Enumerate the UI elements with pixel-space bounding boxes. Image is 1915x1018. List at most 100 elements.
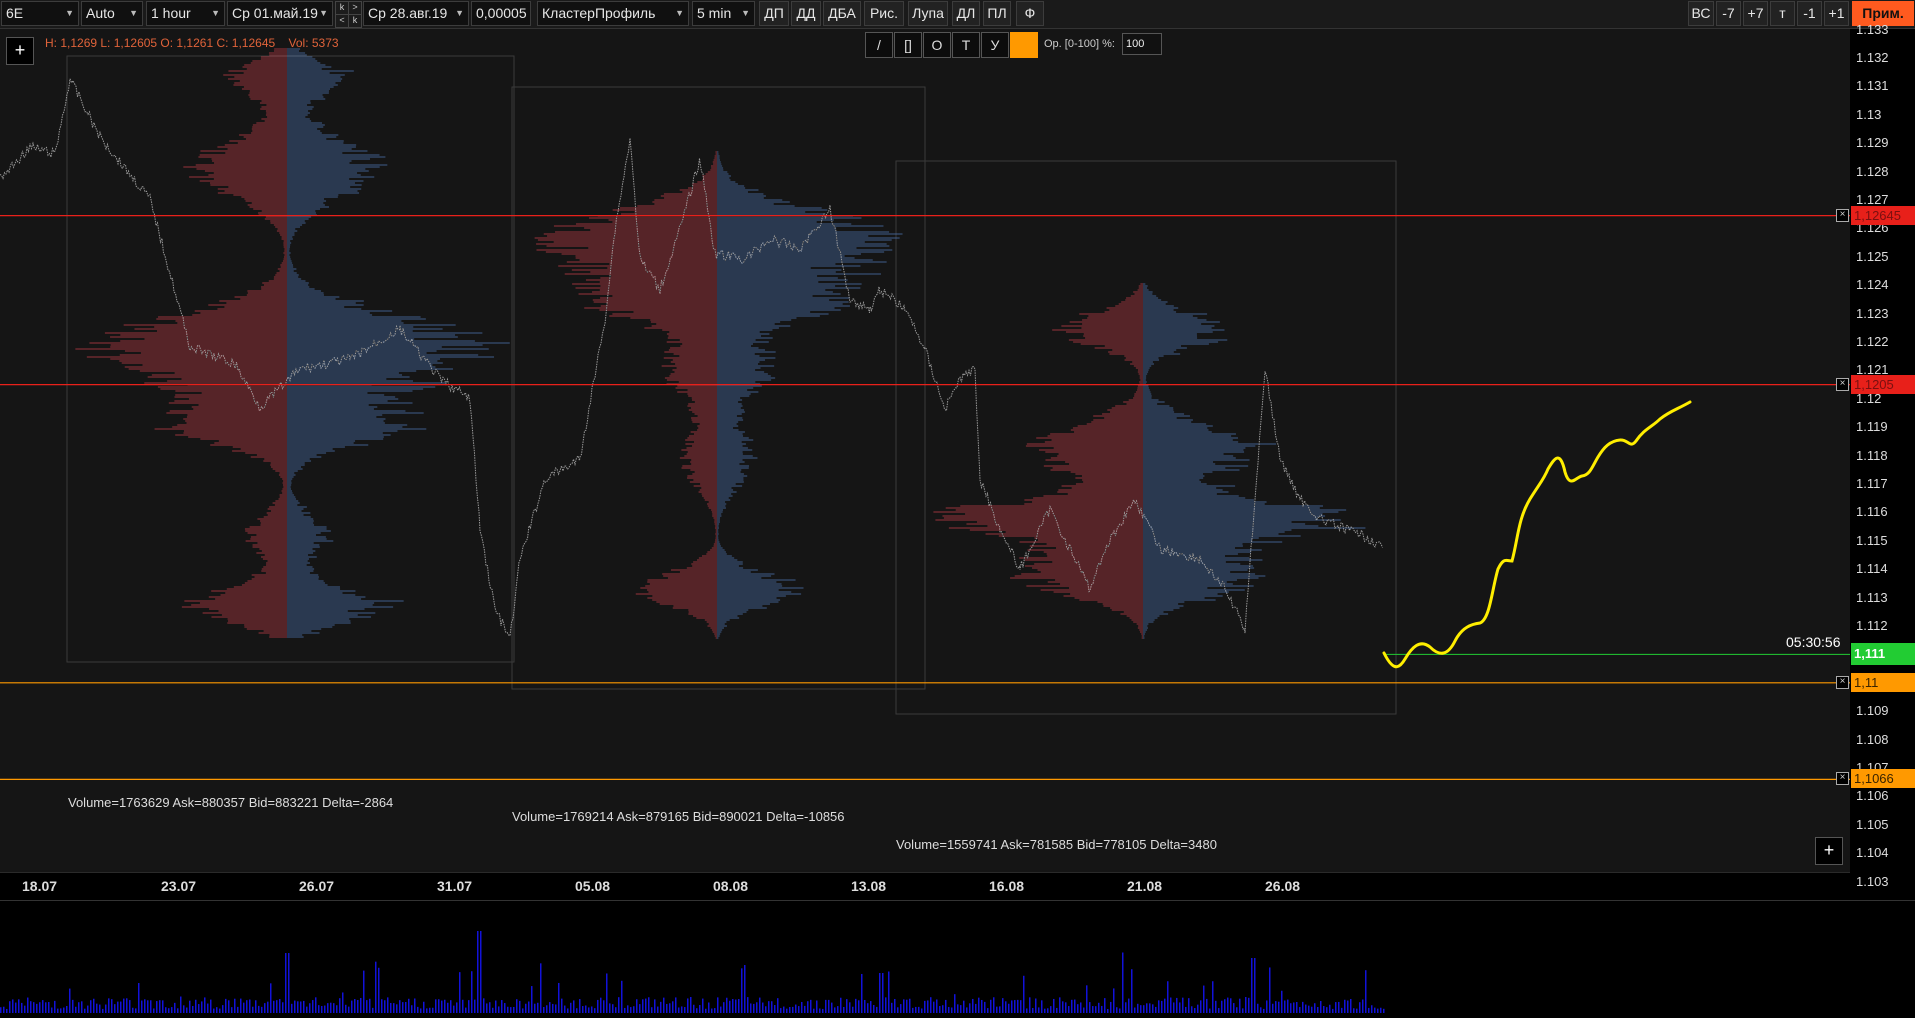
ohlc-values: H: 1,1269 L: 1,12605 O: 1,1261 C: 1,1264… (45, 36, 276, 50)
price-tick: 1.118 (1856, 447, 1888, 463)
price-tick: 1.103 (1856, 873, 1889, 889)
date-tick: 23.07 (161, 878, 197, 894)
date-tick: 13.08 (851, 878, 887, 894)
date-axis[interactable]: 18.07 23.07 26.07 31.07 05.08 08.08 13.08 16.08… (0, 872, 1850, 901)
remove-level-icon[interactable]: × (1836, 208, 1849, 222)
scale-value: Auto (86, 5, 115, 21)
magnifier-button[interactable]: Лупа (908, 1, 948, 26)
volume-bars (0, 931, 1385, 1013)
chevron-down-icon: ▼ (319, 8, 328, 18)
opacity-input[interactable] (1122, 33, 1162, 55)
projection-curve (1382, 400, 1692, 669)
symbol-select[interactable]: 6E ▼ (1, 1, 79, 26)
chevron-down-icon: ▼ (65, 8, 74, 18)
minus7-button[interactable]: -7 (1716, 1, 1741, 26)
candle-countdown: 05:30:56 (1786, 634, 1841, 650)
chevron-down-icon: ▼ (129, 8, 138, 18)
dl-button[interactable]: ДЛ (952, 1, 980, 26)
volume-histogram (0, 931, 1385, 1013)
price-tick: 1.124 (1856, 277, 1889, 293)
volume-readout: Vol: 5373 (288, 36, 339, 50)
tick-size-input[interactable]: 0,00005 (471, 1, 531, 26)
nav-prev-button[interactable]: < (335, 14, 349, 28)
date-tick: 18.07 (22, 878, 58, 894)
date-from-picker[interactable]: Ср 01.май.19 ▼ (227, 1, 333, 26)
dd-button[interactable]: ДД (791, 1, 821, 26)
timeframe-value: 1 hour (151, 5, 191, 21)
nav-next-button[interactable]: > (348, 1, 362, 15)
timeframe-select[interactable]: 1 hour ▼ (146, 1, 225, 26)
price-tick: 1.128 (1856, 163, 1889, 179)
remove-level-icon[interactable]: × (1836, 377, 1849, 391)
price-tick: 1.108 (1856, 731, 1889, 747)
price-tick: 1.104 (1856, 845, 1889, 861)
chart-canvas (0, 48, 1850, 780)
profile-stats-1: Volume=1763629 Ask=880357 Bid=883221 Del… (68, 795, 394, 810)
chevron-down-icon: ▼ (675, 8, 684, 18)
minus1-button[interactable]: -1 (1797, 1, 1822, 26)
scale-select[interactable]: Auto ▼ (81, 1, 143, 26)
chevron-down-icon: ▼ (741, 8, 750, 18)
volume-profile-3 (933, 283, 1366, 639)
profile-period-select[interactable]: 5 min ▼ (692, 1, 755, 26)
profile-stats-3: Volume=1559741 Ask=781585 Bid=778105 Del… (896, 837, 1217, 852)
date-to-picker[interactable]: Ср 28.авг.19 ▼ (363, 1, 469, 26)
remove-level-icon[interactable]: × (1836, 772, 1849, 786)
symbol-value: 6E (6, 5, 24, 21)
price-tick: 1.123 (1856, 305, 1889, 321)
price-tick: 1.129 (1856, 135, 1889, 151)
price-tick: 1.106 (1856, 788, 1889, 804)
rectangle-tool-button[interactable]: [] (894, 32, 922, 58)
date-to-value: Ср 28.авг.19 (368, 5, 448, 21)
date-tick: 26.07 (299, 878, 335, 894)
dba-button[interactable]: ДБА (823, 1, 861, 26)
date-tick: 21.08 (1127, 878, 1163, 894)
dp-button[interactable]: ДП (759, 1, 789, 26)
pl-button[interactable]: ПЛ (983, 1, 1011, 26)
chevron-down-icon: ▼ (455, 8, 464, 18)
nav-first-button[interactable]: k (335, 1, 349, 15)
volume-pane (0, 900, 1915, 1013)
tick-size-value: 0,00005 (476, 5, 527, 21)
volume-profile-2 (534, 151, 903, 639)
profile-type-select[interactable]: КластерПрофиль ▼ (537, 1, 689, 26)
draw-button[interactable]: Рис. (864, 1, 904, 26)
price-tick: 1.125 (1856, 248, 1889, 264)
price-tick: 1.109 (1856, 703, 1889, 719)
vs-button[interactable]: ВС (1688, 1, 1714, 26)
ellipse-tool-button[interactable]: O (923, 32, 951, 58)
date-tick: 31.07 (437, 878, 473, 894)
opacity-label: Ор. [0-100] %: (1044, 38, 1115, 50)
price-tick: 1.13 (1856, 106, 1882, 122)
plus1-button[interactable]: +1 (1824, 1, 1849, 26)
nav-last-button[interactable]: k (348, 14, 362, 28)
color-swatch-button[interactable] (1010, 32, 1038, 58)
add-indicator-button[interactable]: + (6, 37, 34, 65)
zoom-plus-button[interactable]: + (1815, 837, 1843, 865)
text-tool-button[interactable]: T (952, 32, 980, 58)
price-tick: 1.122 (1856, 334, 1889, 349)
price-tick: 1.117 (1856, 476, 1888, 491)
profile-type-value: КластерПрофиль (542, 5, 656, 21)
date-nav: k > < k (335, 1, 362, 28)
price-tick: 1.114 (1856, 561, 1888, 577)
plus7-button[interactable]: +7 (1743, 1, 1768, 26)
level-label: 1,1066 (1851, 769, 1915, 789)
price-tick: 1.133 (1856, 21, 1889, 37)
level-label: 1,12645 (1851, 205, 1915, 225)
u-tool-button[interactable]: У (981, 32, 1009, 58)
current-price-label: 1,111 (1851, 643, 1915, 666)
price-tick: 1.132 (1856, 50, 1889, 65)
price-tick: 1.116 (1856, 504, 1888, 520)
volume-profile-1 (75, 48, 510, 638)
price-tick: 1.112 (1856, 618, 1888, 633)
line-tool-button[interactable]: / (865, 32, 893, 58)
toolbar: 6E ▼ Auto ▼ 1 hour ▼ Ср 01.май.19 ▼ k > < k … (0, 0, 1915, 29)
level-label: 1,1205 (1851, 374, 1915, 394)
filter-button[interactable]: Ф (1016, 1, 1044, 26)
t-button[interactable]: т (1770, 1, 1795, 26)
date-tick: 16.08 (989, 878, 1025, 894)
price-chart[interactable]: + H: 1,1269 L: 1,12605 O: 1,1261 C: 1,12… (0, 29, 1850, 872)
remove-level-icon[interactable]: × (1836, 675, 1849, 689)
price-tick: 1.115 (1856, 532, 1888, 548)
